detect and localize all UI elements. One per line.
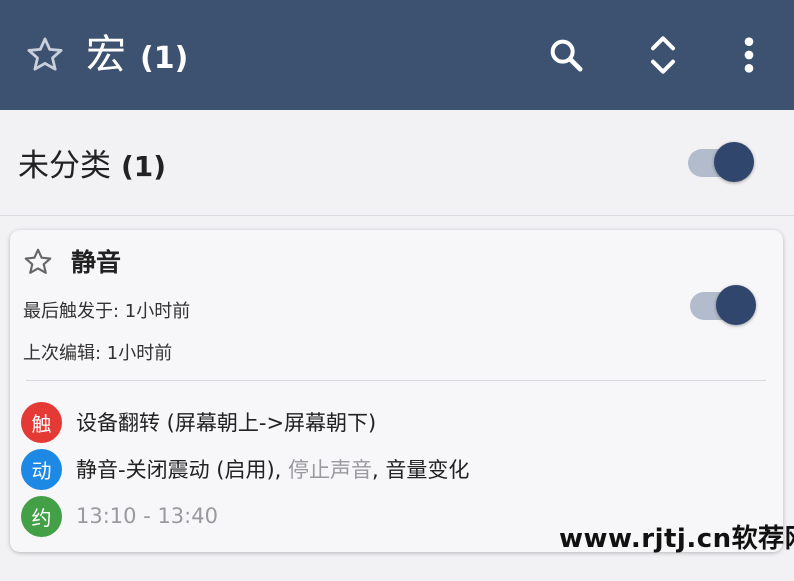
star-outline-icon[interactable]	[24, 34, 66, 76]
search-button[interactable]	[541, 30, 591, 80]
more-options-button[interactable]	[724, 30, 774, 80]
category-toggle[interactable]	[688, 140, 754, 184]
separator: ,	[274, 458, 288, 482]
more-vert-icon	[744, 37, 754, 73]
page-title-text: 宏	[86, 32, 126, 78]
category-count: (1)	[121, 150, 167, 183]
toggle-thumb	[716, 285, 756, 325]
macro-card[interactable]: 静音 最后触发于: 1小时前 上次编辑: 1小时前 触 设备翻转 (屏幕朝上->…	[10, 230, 783, 552]
sort-icon	[651, 36, 675, 74]
constraint-row: 约 13:10 - 13:40	[21, 495, 218, 537]
category-name: 未分类	[18, 148, 111, 184]
watermark: www.rjtj.cn软荐网	[559, 524, 794, 554]
last-edited: 上次编辑: 1小时前	[23, 343, 173, 364]
constraint-badge: 约	[21, 495, 62, 537]
toggle-thumb	[714, 142, 754, 182]
favorite-star-icon[interactable]	[22, 246, 54, 278]
macro-name: 静音	[71, 248, 122, 277]
category-label: 未分类 (1)	[18, 146, 166, 187]
app-bar: 宏 (1)	[0, 0, 794, 110]
trigger-badge: 触	[21, 401, 62, 443]
divider	[26, 380, 766, 381]
action-volume-change: 音量变化	[385, 458, 470, 482]
actions-text: 静音-关闭震动 (启用), 停止声音, 音量变化	[76, 454, 469, 484]
actions-row: 动 静音-关闭震动 (启用), 停止声音, 音量变化	[21, 448, 469, 490]
constraint-text: 13:10 - 13:40	[76, 504, 218, 528]
search-icon	[550, 39, 583, 72]
action-stop-sound: 停止声音	[288, 458, 372, 482]
sort-button[interactable]	[638, 30, 688, 80]
page-title: 宏 (1)	[86, 30, 188, 84]
trigger-text: 设备翻转 (屏幕朝上->屏幕朝下)	[76, 411, 377, 435]
trigger-row: 触 设备翻转 (屏幕朝上->屏幕朝下)	[21, 401, 376, 443]
category-header[interactable]: 未分类 (1)	[0, 110, 794, 216]
macro-toggle[interactable]	[690, 283, 756, 327]
action-badge: 动	[21, 448, 62, 490]
action-mute: 静音-关闭震动 (启用)	[76, 458, 275, 482]
last-triggered: 最后触发于: 1小时前	[23, 301, 191, 322]
macro-count: (1)	[140, 41, 189, 76]
separator: ,	[372, 458, 386, 482]
